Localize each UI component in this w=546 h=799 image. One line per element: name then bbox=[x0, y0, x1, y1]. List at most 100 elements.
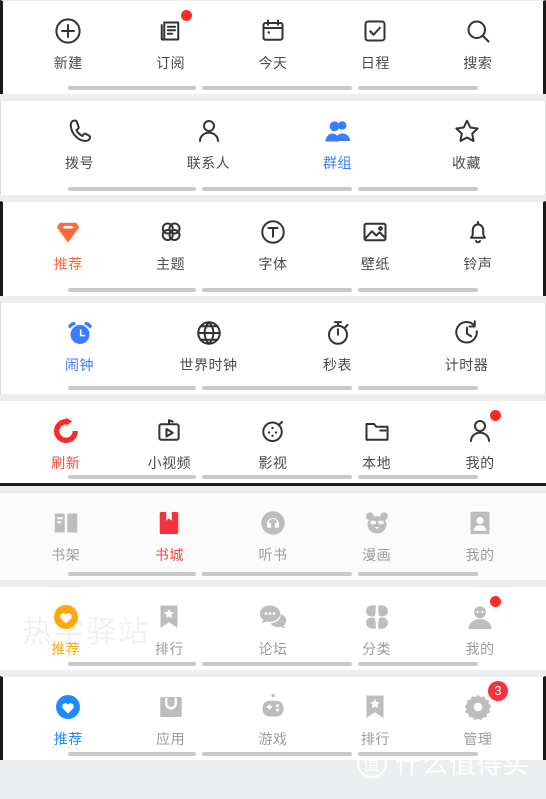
tab-label: 我的 bbox=[465, 547, 495, 563]
tab-我的[interactable]: 我的 bbox=[428, 596, 532, 658]
tab-label: 论坛 bbox=[258, 641, 288, 657]
tab-铃声[interactable]: 铃声 bbox=[427, 212, 529, 273]
globe-icon[interactable] bbox=[189, 313, 229, 353]
tab-订阅[interactable]: 订阅 bbox=[119, 10, 221, 72]
tab-联系人[interactable]: 联系人 bbox=[144, 111, 273, 172]
tab-世界时钟[interactable]: 世界时钟 bbox=[144, 313, 273, 374]
tab-今天[interactable]: 今天 bbox=[222, 11, 324, 72]
gear-icon[interactable]: 3 bbox=[458, 681, 508, 727]
gesture-indicator bbox=[1, 187, 545, 191]
tab-听书[interactable]: 听书 bbox=[221, 503, 325, 564]
bookmark-solid-icon[interactable] bbox=[149, 503, 189, 543]
tab-label: 壁纸 bbox=[360, 256, 390, 272]
tab-推荐[interactable]: 推荐 bbox=[14, 597, 118, 658]
gesture-indicator bbox=[0, 572, 546, 576]
image-icon[interactable] bbox=[355, 212, 395, 252]
film-reel-icon[interactable] bbox=[253, 411, 293, 451]
person-outline-icon[interactable] bbox=[189, 111, 229, 151]
avatar-icon[interactable] bbox=[460, 596, 502, 637]
timer-icon[interactable] bbox=[447, 313, 487, 353]
star-outline-icon[interactable] bbox=[447, 111, 487, 151]
tab-应用[interactable]: 应用 bbox=[119, 687, 221, 748]
open-book-icon[interactable] bbox=[46, 503, 86, 543]
tab-我的[interactable]: 我的 bbox=[428, 410, 532, 472]
heart-circle-icon[interactable] bbox=[46, 597, 86, 637]
theme-circles-icon[interactable] bbox=[151, 212, 191, 252]
tab-label: 应用 bbox=[156, 731, 186, 747]
newspaper-icon[interactable] bbox=[151, 10, 192, 51]
notification-count-badge: 3 bbox=[487, 681, 508, 701]
tab-本地[interactable]: 本地 bbox=[325, 411, 429, 472]
tab-群组[interactable]: 群组 bbox=[273, 111, 402, 172]
tab-刷新[interactable]: 刷新 bbox=[14, 411, 118, 472]
gesture-indicator bbox=[3, 288, 543, 292]
tab-排行[interactable]: 排行 bbox=[324, 687, 426, 748]
site-watermark: 值 什么值得买 bbox=[356, 744, 530, 781]
stopwatch-icon[interactable] bbox=[318, 313, 358, 353]
calendar-icon[interactable] bbox=[253, 11, 293, 51]
search-icon[interactable] bbox=[458, 11, 498, 51]
folder-icon[interactable] bbox=[357, 411, 397, 451]
heart-circle-icon[interactable] bbox=[48, 687, 88, 727]
tab-搜索[interactable]: 搜索 bbox=[427, 11, 529, 72]
tab-推荐[interactable]: 推荐 bbox=[17, 212, 119, 273]
chat-bubbles-icon[interactable] bbox=[253, 597, 293, 637]
app-store-tab-bar: 推荐 应用 游戏 排行 3 管理 bbox=[0, 676, 546, 760]
watermark-text: 什么值得买 bbox=[394, 749, 530, 779]
bell-icon[interactable] bbox=[458, 212, 498, 252]
alarm-clock-icon[interactable] bbox=[60, 313, 100, 353]
tab-label: 刷新 bbox=[51, 455, 81, 471]
tab-分类[interactable]: 分类 bbox=[325, 597, 429, 658]
tab-秒表[interactable]: 秒表 bbox=[273, 313, 402, 374]
contact-card-icon[interactable] bbox=[460, 503, 500, 543]
phone-handset-icon[interactable] bbox=[60, 111, 100, 151]
tab-排行[interactable]: 排行 bbox=[118, 597, 222, 658]
tab-字体[interactable]: 字体 bbox=[222, 212, 324, 273]
tab-主题[interactable]: 主题 bbox=[119, 212, 221, 273]
refresh-icon[interactable] bbox=[46, 411, 86, 451]
tab-label: 日程 bbox=[360, 55, 390, 71]
font-t-icon[interactable] bbox=[253, 212, 293, 252]
grid-four-icon[interactable] bbox=[357, 597, 397, 637]
tab-label: 推荐 bbox=[53, 256, 83, 272]
tab-日程[interactable]: 日程 bbox=[324, 11, 426, 72]
tab-label: 小视频 bbox=[147, 455, 192, 471]
tab-计时器[interactable]: 计时器 bbox=[402, 313, 531, 374]
tab-书城[interactable]: 书城 bbox=[118, 503, 222, 564]
plus-circle-icon[interactable] bbox=[48, 11, 88, 51]
tab-拨号[interactable]: 拨号 bbox=[15, 111, 144, 172]
tab-我的[interactable]: 我的 bbox=[428, 503, 532, 564]
game-robot-icon[interactable] bbox=[253, 687, 293, 727]
tab-书架[interactable]: 书架 bbox=[14, 503, 118, 564]
people-group-icon[interactable] bbox=[318, 111, 358, 151]
shopping-bag-icon[interactable] bbox=[151, 687, 191, 727]
tab-游戏[interactable]: 游戏 bbox=[222, 687, 324, 748]
tab-漫画[interactable]: 漫画 bbox=[325, 503, 429, 564]
tab-新建[interactable]: 新建 bbox=[17, 11, 119, 72]
tab-闹钟[interactable]: 闹钟 bbox=[15, 313, 144, 374]
tab-论坛[interactable]: 论坛 bbox=[221, 597, 325, 658]
clock-tab-bar: 闹钟 世界时钟 秒表 计时器 bbox=[0, 302, 546, 394]
tab-label: 推荐 bbox=[51, 641, 81, 657]
bookmark-star-icon[interactable] bbox=[149, 597, 189, 637]
tab-收藏[interactable]: 收藏 bbox=[402, 111, 531, 172]
tab-推荐[interactable]: 推荐 bbox=[17, 687, 119, 748]
tab-label: 群组 bbox=[323, 155, 352, 171]
panda-icon[interactable] bbox=[357, 503, 397, 543]
person-outline-icon[interactable] bbox=[460, 410, 502, 451]
tab-label: 今天 bbox=[258, 55, 288, 71]
tab-壁纸[interactable]: 壁纸 bbox=[324, 212, 426, 273]
tab-管理[interactable]: 3 管理 bbox=[427, 681, 529, 748]
diamond-icon[interactable] bbox=[48, 212, 88, 252]
checkbox-icon[interactable] bbox=[355, 11, 395, 51]
tv-play-icon[interactable] bbox=[149, 411, 189, 451]
gesture-indicator bbox=[3, 86, 543, 90]
tab-label: 拨号 bbox=[65, 155, 94, 171]
phone-tab-bar: 拨号 联系人 群组 收藏 bbox=[0, 100, 546, 195]
headphones-icon[interactable] bbox=[253, 503, 293, 543]
tab-小视频[interactable]: 小视频 bbox=[118, 411, 222, 472]
gesture-indicator bbox=[0, 662, 546, 666]
reader-app-tab-bar-items: 书架 书城 听书 漫画 我的 bbox=[0, 493, 546, 564]
bookmark-star-icon[interactable] bbox=[355, 687, 395, 727]
tab-影视[interactable]: 影视 bbox=[221, 411, 325, 472]
